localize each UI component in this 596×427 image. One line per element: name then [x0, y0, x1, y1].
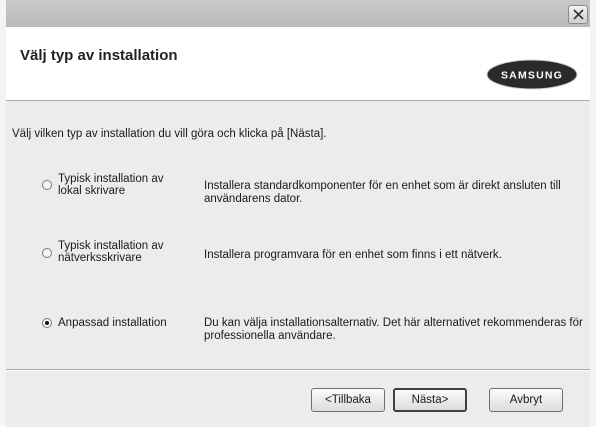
option-description: Du kan välja installationsalternativ. De… — [204, 317, 583, 342]
radio-network-printer[interactable] — [42, 248, 52, 258]
cancel-button[interactable]: Avbryt — [489, 388, 563, 412]
back-button[interactable]: <Tillbaka — [311, 388, 385, 412]
next-button[interactable]: Nästa> — [393, 388, 467, 412]
option-description: Installera standardkomponenter för en en… — [204, 180, 561, 205]
samsung-logo: SAMSUNG — [486, 59, 578, 90]
option-label[interactable]: Typisk installation av nätverksskrivare — [58, 240, 183, 264]
close-button[interactable] — [568, 5, 588, 24]
instruction-text: Välj vilken typ av installation du vill … — [12, 128, 327, 140]
title-bar[interactable] — [6, 0, 590, 27]
installer-window: Välj typ av installation SAMSUNG Välj vi… — [0, 0, 596, 427]
radio-custom-install[interactable] — [42, 318, 52, 328]
logo-text: SAMSUNG — [501, 70, 563, 82]
wizard-content: Välj vilken typ av installation du vill … — [6, 101, 590, 369]
wizard-footer: <Tillbaka Nästa> Avbryt — [6, 369, 590, 427]
close-icon — [573, 9, 584, 20]
radio-local-printer[interactable] — [42, 180, 52, 190]
option-label[interactable]: Typisk installation av lokal skrivare — [58, 173, 183, 197]
option-label[interactable]: Anpassad installation — [58, 317, 183, 329]
page-title: Välj typ av installation — [20, 47, 178, 64]
wizard-header: Välj typ av installation SAMSUNG — [6, 27, 590, 101]
option-description: Installera programvara för en enhet som … — [204, 249, 502, 261]
